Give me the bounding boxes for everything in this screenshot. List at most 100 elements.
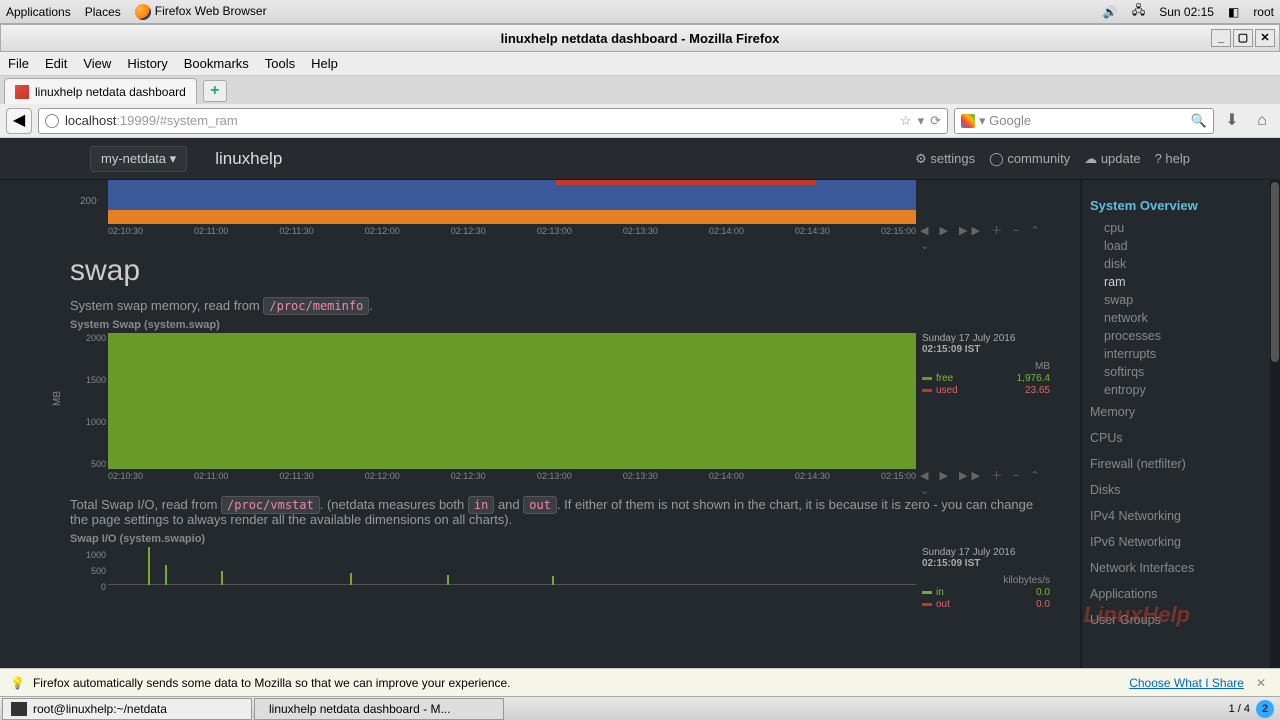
sidebar-sub-interrupts[interactable]: interrupts: [1090, 345, 1272, 363]
nav-community[interactable]: ◯ community: [989, 151, 1070, 167]
dropdown-icon[interactable]: ▾: [918, 113, 925, 129]
swap-description: System swap memory, read from /proc/memi…: [70, 298, 1050, 313]
menu-view[interactable]: View: [83, 56, 111, 71]
power-icon[interactable]: ◧: [1228, 5, 1239, 19]
sidebar-scrollbar[interactable]: [1270, 180, 1280, 668]
firefox-icon: [135, 4, 151, 20]
applications-menu[interactable]: Applications: [6, 5, 71, 19]
close-button[interactable]: ✕: [1255, 29, 1275, 47]
nav-settings[interactable]: ⚙ settings: [915, 151, 975, 167]
sidebar-firewall[interactable]: Firewall (netfilter): [1090, 451, 1272, 477]
search-icon[interactable]: 🔍: [1191, 113, 1207, 129]
menu-bookmarks[interactable]: Bookmarks: [184, 56, 249, 71]
sidebar-system-overview[interactable]: System Overview: [1080, 198, 1272, 213]
firefox-notification-bar: 💡 Firefox automatically sends some data …: [0, 668, 1280, 696]
clock[interactable]: Sun 02:15: [1159, 5, 1214, 19]
main-content: 200 02:10:3002:11:0002:11:3002:12:0002:1…: [0, 180, 1080, 668]
url-path: /#system_ram: [156, 113, 238, 128]
home-icon[interactable]: ⌂: [1250, 109, 1274, 133]
sidebar-memory[interactable]: Memory: [1090, 399, 1272, 425]
taskbar-firefox[interactable]: linuxhelp netdata dashboard - M...: [254, 698, 504, 720]
navigation-toolbar: ◀ localhost:19999/#system_ram ☆ ▾ ⟳ ▾ Goog…: [0, 104, 1280, 138]
taskbar-terminal[interactable]: root@linuxhelp:~/netdata: [2, 698, 252, 720]
url-host: localhost: [65, 113, 116, 128]
bulb-icon: 💡: [10, 676, 25, 690]
sidebar-apps[interactable]: Applications: [1090, 581, 1272, 607]
sidebar-netif[interactable]: Network Interfaces: [1090, 555, 1272, 581]
hostname: linuxhelp: [215, 149, 282, 169]
url-bar[interactable]: localhost:19999/#system_ram ☆ ▾ ⟳: [38, 108, 948, 134]
nav-help[interactable]: ? help: [1155, 151, 1190, 166]
menu-file[interactable]: File: [8, 56, 29, 71]
sidebar-sub-processes[interactable]: processes: [1090, 327, 1272, 345]
search-bar[interactable]: ▾ Google 🔍: [954, 108, 1214, 134]
sidebar-ipv6[interactable]: IPv6 Networking: [1090, 529, 1272, 555]
menu-history[interactable]: History: [127, 56, 167, 71]
ram-xaxis: 02:10:3002:11:0002:11:3002:12:0002:12:30…: [108, 224, 916, 240]
swap-chart-title: System Swap (system.swap): [70, 319, 1050, 331]
sidebar-sub-swap[interactable]: swap: [1090, 291, 1272, 309]
nav-update[interactable]: ☁ update: [1084, 151, 1140, 167]
sidebar-usergroups[interactable]: User Groups: [1090, 607, 1272, 633]
menu-help[interactable]: Help: [311, 56, 338, 71]
swapio-chart[interactable]: 10005000 Sunday 17 July 2016 02:15:09 IS…: [70, 547, 1050, 595]
swapio-chart-title: Swap I/O (system.swapio): [70, 533, 1050, 545]
ram-ytick: 200: [80, 196, 97, 207]
url-port: :19999: [116, 113, 156, 128]
volume-icon[interactable]: 🔊: [1103, 5, 1118, 19]
downloads-icon[interactable]: ⬇: [1220, 109, 1244, 133]
swapio-yaxis: 10005000: [74, 547, 106, 595]
sidebar-sub-softirqs[interactable]: softirqs: [1090, 363, 1272, 381]
firefox-menubar: File Edit View History Bookmarks Tools H…: [0, 52, 1280, 76]
bookmark-star-icon[interactable]: ☆: [900, 113, 912, 129]
sidebar-sub-entropy[interactable]: entropy: [1090, 381, 1272, 399]
sidebar: System Overview cpu load disk ram swap n…: [1080, 180, 1280, 668]
tab-strip: linuxhelp netdata dashboard +: [0, 76, 1280, 104]
gnome-taskbar: root@linuxhelp:~/netdata linuxhelp netda…: [0, 696, 1280, 720]
swapio-description: Total Swap I/O, read from /proc/vmstat. …: [70, 497, 1050, 527]
swapio-legend: Sunday 17 July 2016 02:15:09 IST kilobyt…: [922, 547, 1050, 610]
current-app-label: Firefox Web Browser: [155, 4, 267, 18]
back-button[interactable]: ◀: [6, 108, 32, 134]
notification-link[interactable]: Choose What I Share: [1129, 676, 1244, 690]
reload-icon[interactable]: ⟳: [930, 113, 941, 129]
search-engine-arrow[interactable]: ▾: [979, 113, 986, 129]
netdata-navbar: my-netdata ▾ linuxhelp ⚙ settings ◯ comm…: [0, 138, 1280, 180]
network-icon[interactable]: 🖧: [1132, 1, 1145, 22]
menu-edit[interactable]: Edit: [45, 56, 67, 71]
search-placeholder: Google: [989, 113, 1031, 128]
user-menu[interactable]: root: [1253, 5, 1274, 19]
terminal-icon: [11, 702, 27, 716]
sidebar-disks[interactable]: Disks: [1090, 477, 1272, 503]
menu-tools[interactable]: Tools: [265, 56, 295, 71]
google-icon: [961, 114, 975, 128]
swap-xaxis: 02:10:3002:11:0002:11:3002:12:0002:12:30…: [108, 469, 916, 485]
workspace-pager[interactable]: 1 / 4: [1229, 703, 1250, 715]
notification-close[interactable]: ✕: [1252, 676, 1270, 690]
ram-chart-partial[interactable]: 200: [70, 180, 1050, 224]
browser-tab[interactable]: linuxhelp netdata dashboard: [4, 78, 197, 104]
my-netdata-dropdown[interactable]: my-netdata ▾: [90, 146, 187, 172]
swap-yaxis-label: MB: [52, 391, 63, 406]
globe-icon: [45, 114, 59, 128]
chart-controls[interactable]: ◀ ▶ ▶▶ ＋ − ⌃ ⌄: [920, 470, 1044, 497]
sidebar-sub-network[interactable]: network: [1090, 309, 1272, 327]
sidebar-ipv4[interactable]: IPv4 Networking: [1090, 503, 1272, 529]
maximize-button[interactable]: ▢: [1233, 29, 1253, 47]
sidebar-sub-ram[interactable]: ram: [1080, 273, 1272, 291]
chart-controls[interactable]: ◀ ▶ ▶▶ ＋ − ⌃ ⌄: [920, 225, 1044, 252]
current-app[interactable]: Firefox Web Browser: [135, 4, 267, 20]
section-heading-swap: swap: [70, 254, 1050, 288]
minimize-button[interactable]: _: [1211, 29, 1231, 47]
sidebar-sub-disk[interactable]: disk: [1090, 255, 1272, 273]
sidebar-sub-load[interactable]: load: [1090, 237, 1272, 255]
gnome-top-bar: Applications Places Firefox Web Browser …: [0, 0, 1280, 24]
tab-title: linuxhelp netdata dashboard: [35, 85, 186, 99]
sidebar-cpus[interactable]: CPUs: [1090, 425, 1272, 451]
swap-chart[interactable]: 200015001000500 MB Sunday 17 July 2016 0…: [70, 333, 1050, 469]
swap-yaxis: 200015001000500: [74, 333, 106, 469]
notification-badge[interactable]: 2: [1256, 700, 1274, 718]
new-tab-button[interactable]: +: [203, 80, 227, 102]
places-menu[interactable]: Places: [85, 5, 121, 19]
sidebar-sub-cpu[interactable]: cpu: [1090, 219, 1272, 237]
